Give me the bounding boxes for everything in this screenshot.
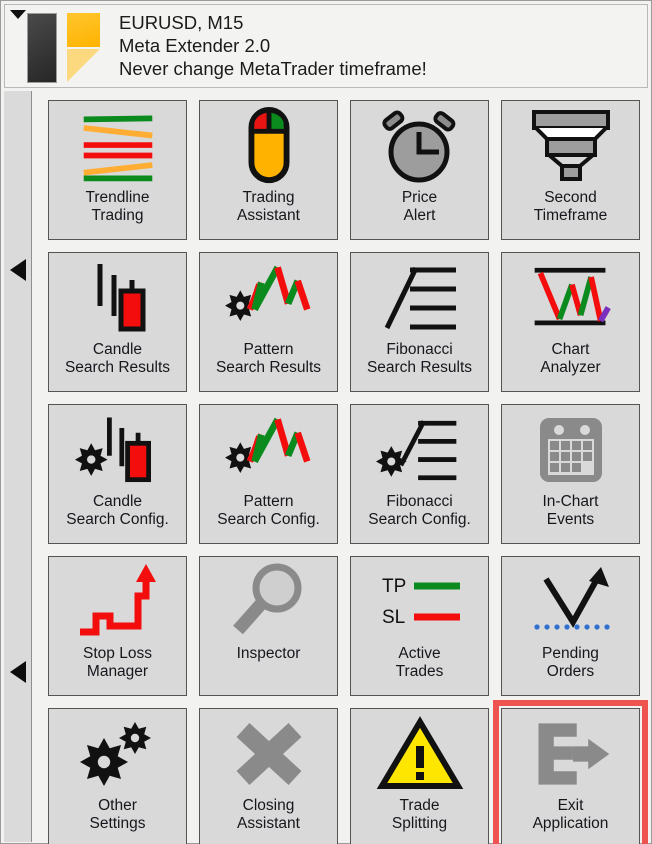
cell-other-settings: Other Settings <box>45 705 190 844</box>
logo-dark-bar <box>27 13 57 83</box>
button-pattern-search-config[interactable]: Pattern Search Config. <box>199 404 338 544</box>
button-pattern-search-results[interactable]: Pattern Search Results <box>199 252 338 392</box>
button-grid: Trendline Trading Trading Assistant Price … <box>41 91 650 844</box>
cell-pending-orders: Pending Orders <box>498 553 643 699</box>
candlestick-icon <box>48 253 187 339</box>
button-label-trading-assistant: Trading Assistant <box>237 189 300 224</box>
button-label-candle-search-config: Candle Search Config. <box>66 493 169 528</box>
panel-header: EURUSD, M15 Meta Extender 2.0 Never chan… <box>4 4 648 88</box>
product-name-label: Meta Extender 2.0 <box>119 35 271 56</box>
fibonacci-gear-icon <box>350 405 489 491</box>
cell-in-chart-events: In-Chart Events <box>498 401 643 547</box>
candlestick-gear-icon <box>48 405 187 491</box>
button-label-price-alert: Price Alert <box>401 189 438 224</box>
symbol-timeframe-label: EURUSD, M15 <box>119 12 244 33</box>
chart-analyzer-icon <box>501 253 640 339</box>
button-exit-application[interactable]: Exit Application <box>501 708 640 844</box>
trendlines-icon <box>48 101 187 187</box>
x-cross-icon <box>199 709 338 795</box>
button-label-other-settings: Other Settings <box>89 797 146 832</box>
gears-icon <box>48 709 187 795</box>
button-chart-analyzer[interactable]: Chart Analyzer <box>501 252 640 392</box>
logo-yellow-square <box>67 13 100 47</box>
button-price-alert[interactable]: Price Alert <box>350 100 489 240</box>
mouse-icon <box>199 101 338 187</box>
cell-active-trades: TP SL Active Trades <box>347 553 492 699</box>
button-label-trendline-trading: Trendline Trading <box>85 189 150 224</box>
cell-price-alert: Price Alert <box>347 97 492 243</box>
button-fibonacci-search-results[interactable]: Fibonacci Search Results <box>350 252 489 392</box>
cell-trading-assistant: Trading Assistant <box>196 97 341 243</box>
cell-exit-application: Exit Application <box>493 700 648 844</box>
button-fibonacci-search-config[interactable]: Fibonacci Search Config. <box>350 404 489 544</box>
button-closing-assistant[interactable]: Closing Assistant <box>199 708 338 844</box>
alarm-clock-icon <box>350 101 489 187</box>
svg-text:SL: SL <box>382 607 405 628</box>
button-label-pending-orders: Pending Orders <box>542 645 599 680</box>
fibonacci-icon <box>350 253 489 339</box>
timeframe-warning-label: Never change MetaTrader timeframe! <box>119 58 427 79</box>
button-label-in-chart-events: In-Chart Events <box>542 493 599 528</box>
header-text-block: EURUSD, M15 Meta Extender 2.0 Never chan… <box>119 11 427 80</box>
button-label-fibonacci-search-config: Fibonacci Search Config. <box>368 493 471 528</box>
button-label-stop-loss-manager: Stop Loss Manager <box>83 645 152 680</box>
button-label-pattern-search-config: Pattern Search Config. <box>217 493 320 528</box>
tp-sl-lines-icon: TP SL <box>350 557 489 643</box>
button-trendline-trading[interactable]: Trendline Trading <box>48 100 187 240</box>
cell-candle-search-results: Candle Search Results <box>45 249 190 395</box>
button-other-settings[interactable]: Other Settings <box>48 708 187 844</box>
cell-trade-splitting: Trade Splitting <box>347 705 492 844</box>
calendar-icon <box>501 405 640 491</box>
cell-closing-assistant: Closing Assistant <box>196 705 341 844</box>
warning-triangle-icon <box>350 709 489 795</box>
button-trading-assistant[interactable]: Trading Assistant <box>199 100 338 240</box>
cell-second-timeframe: Second Timeframe <box>498 97 643 243</box>
button-label-active-trades: Active Trades <box>395 645 444 680</box>
button-inspector[interactable]: Inspector <box>199 556 338 696</box>
button-in-chart-events[interactable]: In-Chart Events <box>501 404 640 544</box>
logo-yellow-triangle <box>67 49 100 82</box>
cell-pattern-search-config: Pattern Search Config. <box>196 401 341 547</box>
button-label-second-timeframe: Second Timeframe <box>533 189 608 224</box>
pending-arrow-icon <box>501 557 640 643</box>
meta-extender-panel: EURUSD, M15 Meta Extender 2.0 Never chan… <box>0 0 652 844</box>
button-label-fibonacci-search-results: Fibonacci Search Results <box>366 341 473 376</box>
button-pending-orders[interactable]: Pending Orders <box>501 556 640 696</box>
button-second-timeframe[interactable]: Second Timeframe <box>501 100 640 240</box>
left-sidebar <box>4 91 32 842</box>
cell-fibonacci-search-config: Fibonacci Search Config. <box>347 401 492 547</box>
scroll-left-arrow-top[interactable] <box>10 259 26 281</box>
svg-text:TP: TP <box>382 576 406 597</box>
button-label-chart-analyzer: Chart Analyzer <box>540 341 601 376</box>
zigzag-gear-icon <box>199 253 338 339</box>
cell-chart-analyzer: Chart Analyzer <box>498 249 643 395</box>
scroll-left-arrow-bottom[interactable] <box>10 661 26 683</box>
triangle-down-icon[interactable] <box>10 10 26 19</box>
button-label-exit-application: Exit Application <box>532 797 609 832</box>
button-active-trades[interactable]: TP SL Active Trades <box>350 556 489 696</box>
cell-pattern-search-results: Pattern Search Results <box>196 249 341 395</box>
button-label-pattern-search-results: Pattern Search Results <box>215 341 322 376</box>
button-label-inspector: Inspector <box>236 645 301 662</box>
button-candle-search-results[interactable]: Candle Search Results <box>48 252 187 392</box>
button-label-closing-assistant: Closing Assistant <box>237 797 300 832</box>
button-trade-splitting[interactable]: Trade Splitting <box>350 708 489 844</box>
cell-candle-search-config: Candle Search Config. <box>45 401 190 547</box>
button-candle-search-config[interactable]: Candle Search Config. <box>48 404 187 544</box>
button-label-candle-search-results: Candle Search Results <box>64 341 171 376</box>
button-stop-loss-manager[interactable]: Stop Loss Manager <box>48 556 187 696</box>
funnel-stack-icon <box>501 101 640 187</box>
meta-extender-logo <box>27 13 100 83</box>
staircase-arrow-icon <box>48 557 187 643</box>
cell-stop-loss-manager: Stop Loss Manager <box>45 553 190 699</box>
exit-icon <box>501 709 640 795</box>
button-label-trade-splitting: Trade Splitting <box>391 797 448 832</box>
cell-fibonacci-search-results: Fibonacci Search Results <box>347 249 492 395</box>
zigzag-gear-icon <box>199 405 338 491</box>
magnifier-icon <box>199 557 338 643</box>
cell-trendline-trading: Trendline Trading <box>45 97 190 243</box>
cell-inspector: Inspector <box>196 553 341 699</box>
